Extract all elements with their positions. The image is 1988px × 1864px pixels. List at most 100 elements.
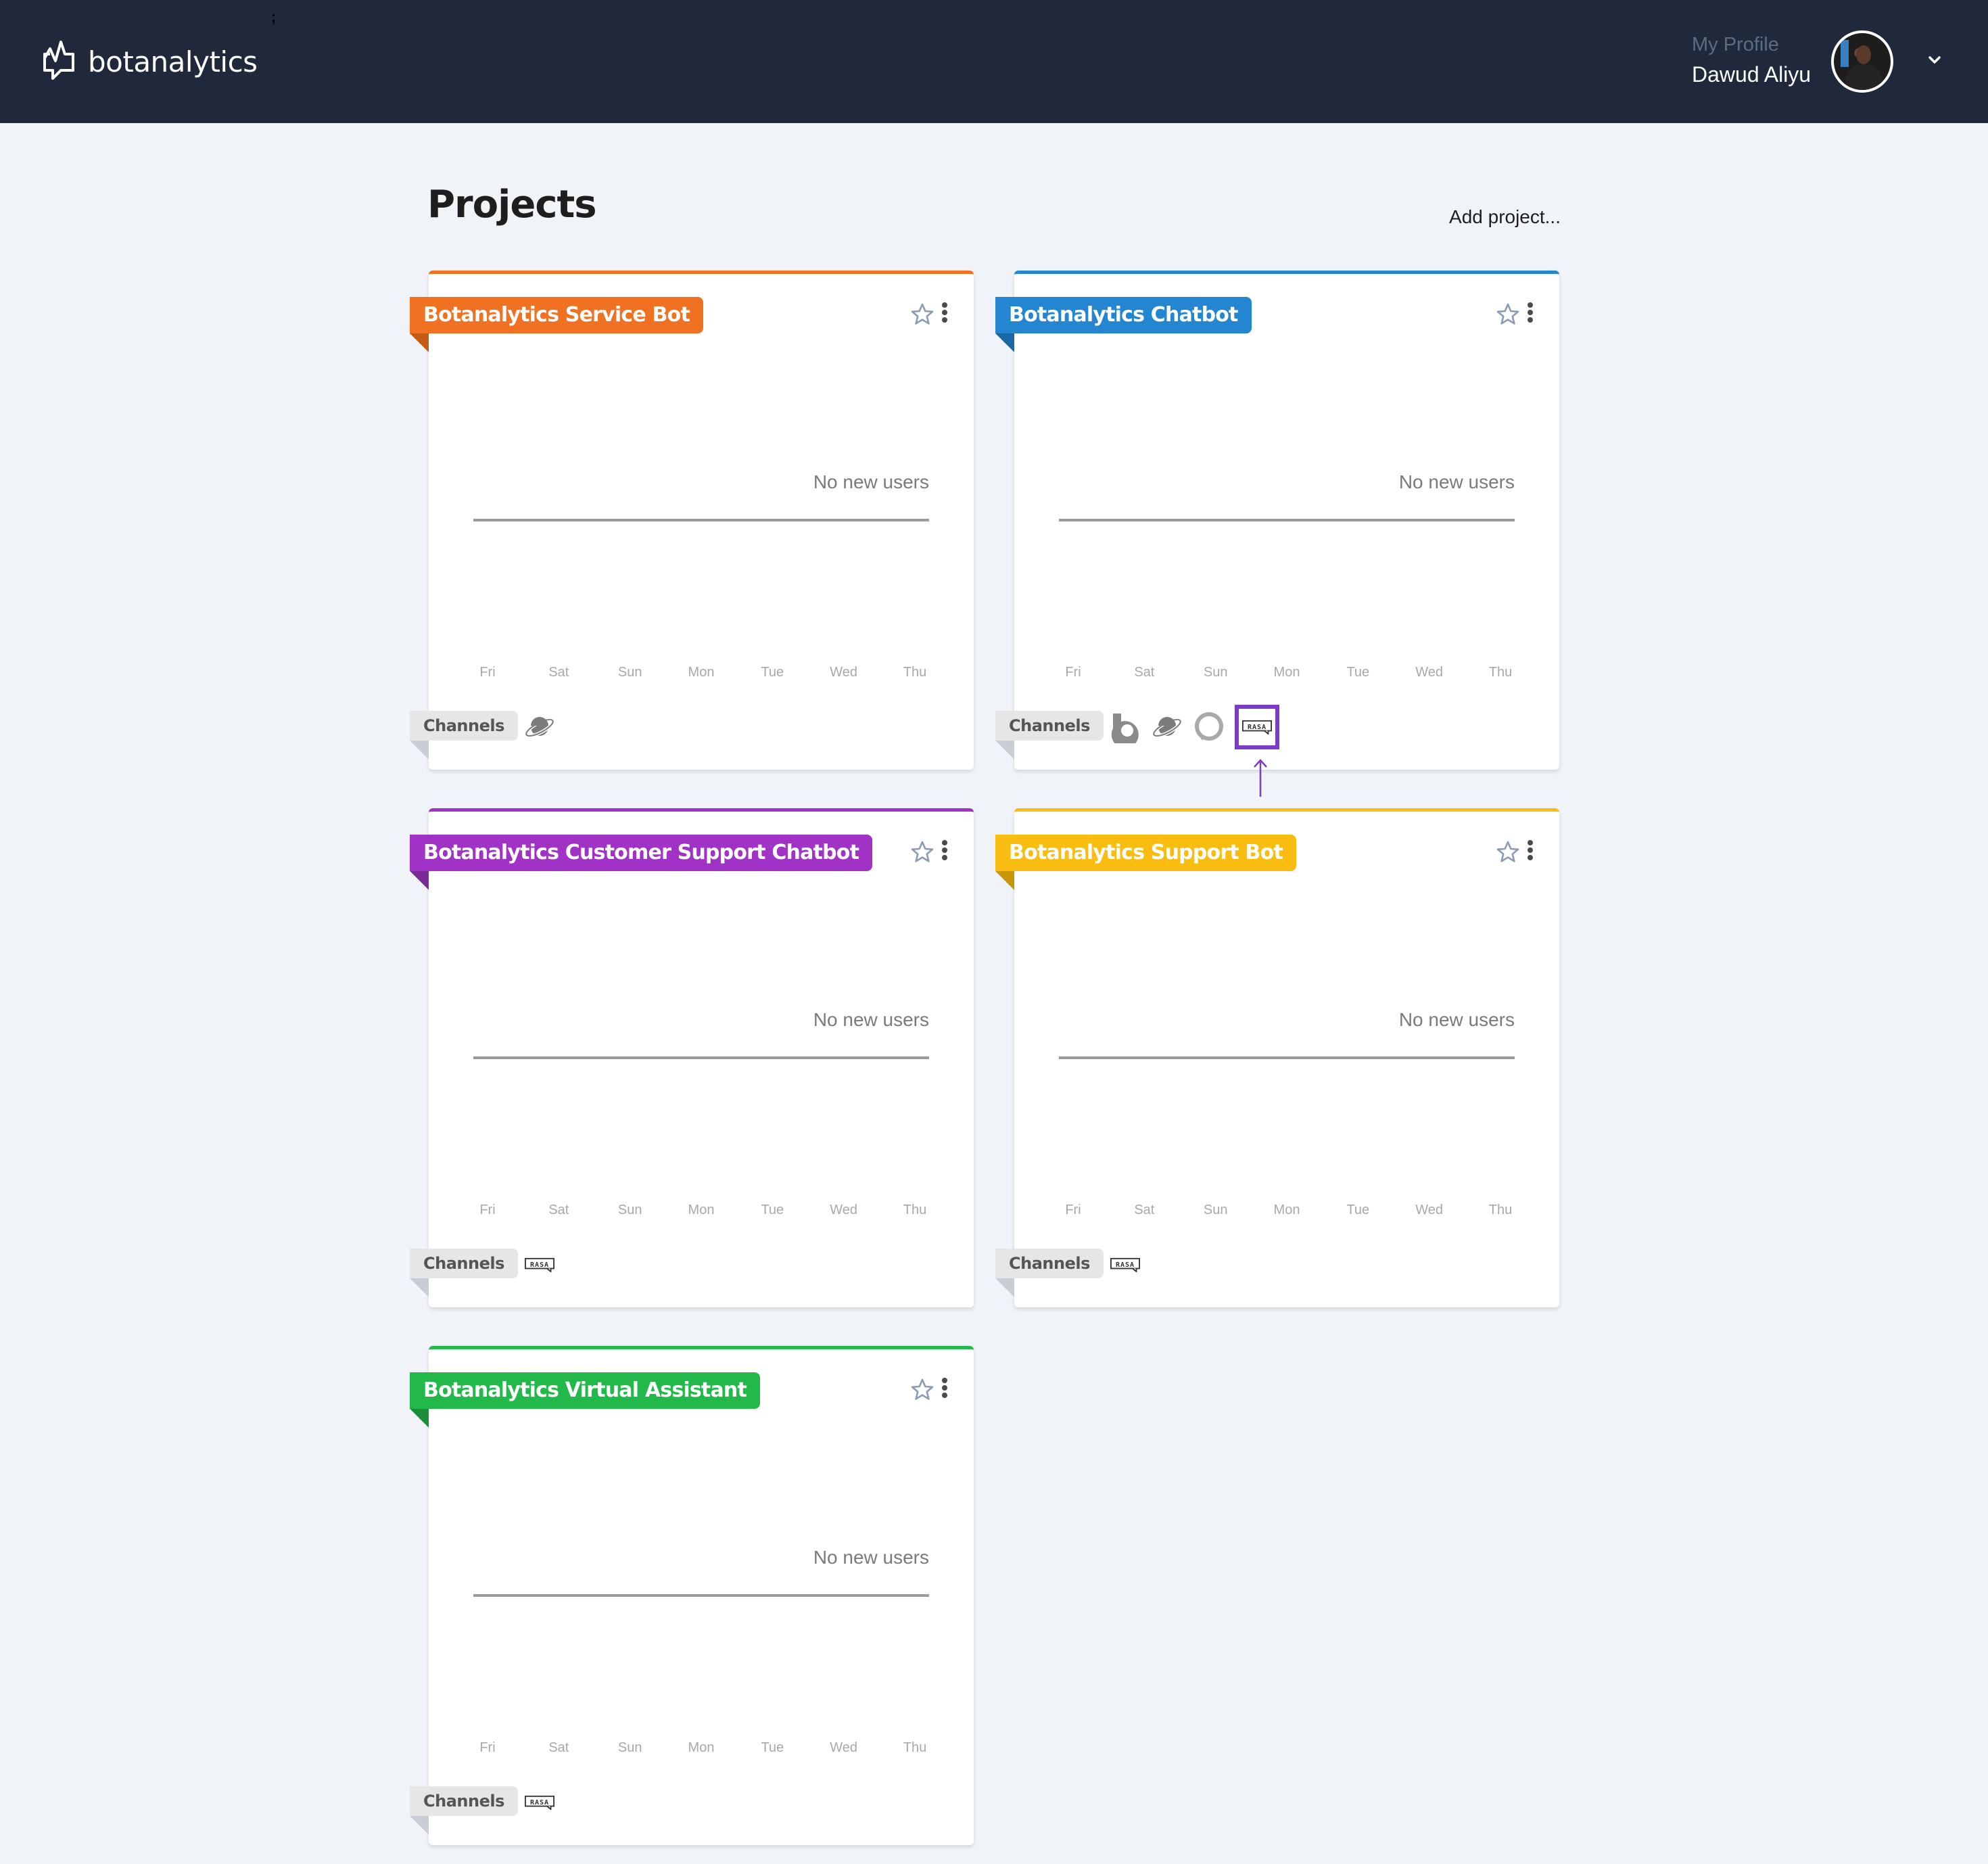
channels-label: Channels bbox=[995, 1249, 1104, 1278]
ribbon-fold bbox=[410, 333, 429, 352]
day-label: Sun bbox=[617, 1203, 642, 1217]
ribbon-fold bbox=[410, 871, 429, 890]
avatar-background bbox=[1841, 40, 1849, 67]
stray-character: ; bbox=[271, 8, 277, 25]
project-name-ribbon[interactable]: Botanalytics Support Bot bbox=[995, 835, 1296, 871]
channel-icons bbox=[523, 712, 556, 742]
chart-x-axis: Fri Sat Sun Mon Tue Wed Thu bbox=[457, 665, 945, 680]
annotation-arrow-icon bbox=[1254, 759, 1267, 797]
day-label: Wed bbox=[830, 1740, 858, 1755]
day-label: Mon bbox=[688, 665, 715, 680]
empty-state-text: No new users bbox=[1398, 471, 1515, 492]
channel-icons: RASA bbox=[1109, 1250, 1141, 1280]
day-label: Tue bbox=[761, 1740, 784, 1755]
day-label: Sat bbox=[548, 1203, 569, 1217]
channels-tag-fold bbox=[410, 1278, 429, 1297]
planet-icon[interactable] bbox=[1151, 711, 1183, 743]
favorite-star-icon[interactable] bbox=[910, 1378, 934, 1402]
svg-text:RASA: RASA bbox=[530, 1799, 549, 1807]
chart-baseline bbox=[473, 1056, 929, 1059]
day-label: Wed bbox=[830, 665, 858, 680]
chevron-down-icon[interactable] bbox=[1927, 53, 1942, 68]
rasa-icon[interactable]: RASA bbox=[1241, 711, 1273, 743]
more-options-icon[interactable] bbox=[941, 1378, 948, 1398]
empty-state-text: No new users bbox=[813, 471, 929, 492]
more-options-icon[interactable] bbox=[1527, 302, 1534, 323]
add-project-link[interactable]: Add project... bbox=[1449, 206, 1561, 228]
day-label: Wed bbox=[1415, 1203, 1444, 1217]
project-name-ribbon[interactable]: Botanalytics Virtual Assistant bbox=[410, 1372, 761, 1409]
day-label: Tue bbox=[761, 665, 784, 680]
highlighted-channel[interactable]: RASA bbox=[1235, 705, 1279, 749]
more-options-icon[interactable] bbox=[941, 302, 948, 323]
rasa-icon[interactable]: RASA bbox=[523, 1249, 556, 1281]
day-label: Fri bbox=[479, 1740, 496, 1755]
more-options-icon[interactable] bbox=[941, 840, 948, 860]
top-nav-bar: botanalytics ; My Profile Dawud Aliyu bbox=[0, 0, 1988, 123]
favorite-star-icon[interactable] bbox=[910, 302, 934, 327]
rasa-icon[interactable]: RASA bbox=[1109, 1249, 1141, 1281]
favorite-star-icon[interactable] bbox=[1496, 840, 1520, 864]
channels-tag-fold bbox=[995, 741, 1014, 760]
brand-logo[interactable]: botanalytics bbox=[41, 39, 258, 84]
day-label: Sun bbox=[617, 665, 642, 680]
project-name-ribbon[interactable]: Botanalytics Customer Support Chatbot bbox=[410, 835, 873, 871]
chart-x-axis: Fri Sat Sun Mon Tue Wed Thu bbox=[1043, 665, 1531, 680]
chart-baseline bbox=[473, 1594, 929, 1597]
day-label: Mon bbox=[1273, 1203, 1300, 1217]
day-label: Sun bbox=[1203, 665, 1228, 680]
project-card[interactable]: Botanalytics Support Bot No new users Fr… bbox=[995, 808, 1559, 1307]
profile-label[interactable]: My Profile bbox=[1692, 34, 1779, 56]
day-label: Fri bbox=[479, 665, 496, 680]
favorite-star-icon[interactable] bbox=[1496, 302, 1520, 327]
day-label: Thu bbox=[903, 1740, 927, 1755]
channels-tag-fold bbox=[410, 741, 429, 760]
chart-baseline bbox=[1059, 519, 1515, 521]
day-label: Sun bbox=[617, 1740, 642, 1755]
day-label: Wed bbox=[830, 1203, 858, 1217]
avatar-body bbox=[1846, 64, 1883, 90]
day-label: Fri bbox=[1065, 1203, 1081, 1217]
channels-label: Channels bbox=[410, 711, 518, 741]
day-label: Mon bbox=[688, 1203, 715, 1217]
svg-text:RASA: RASA bbox=[530, 1261, 549, 1269]
profile-name[interactable]: Dawud Aliyu bbox=[1692, 62, 1811, 87]
more-options-icon[interactable] bbox=[1527, 840, 1534, 860]
day-label: Mon bbox=[1273, 665, 1300, 680]
project-name-ribbon[interactable]: Botanalytics Service Bot bbox=[410, 297, 703, 333]
day-label: Sat bbox=[548, 665, 569, 680]
day-label: Sat bbox=[548, 1740, 569, 1755]
channels-label: Channels bbox=[410, 1786, 518, 1816]
chart-x-axis: Fri Sat Sun Mon Tue Wed Thu bbox=[457, 1740, 945, 1756]
bixby-icon[interactable] bbox=[1109, 711, 1141, 743]
ribbon-fold bbox=[410, 1409, 429, 1428]
day-label: Thu bbox=[1488, 1203, 1513, 1217]
brand-name: botanalytics bbox=[88, 45, 258, 78]
day-label: Mon bbox=[688, 1740, 715, 1755]
svg-text:RASA: RASA bbox=[1248, 724, 1267, 731]
day-label: Thu bbox=[903, 665, 927, 680]
avatar-head bbox=[1856, 45, 1871, 64]
day-label: Thu bbox=[1488, 665, 1513, 680]
rasa-icon[interactable]: RASA bbox=[523, 1786, 556, 1819]
alexa-icon[interactable] bbox=[1193, 711, 1225, 743]
project-name-ribbon[interactable]: Botanalytics Chatbot bbox=[995, 297, 1252, 333]
day-label: Fri bbox=[479, 1203, 496, 1217]
empty-state-text: No new users bbox=[1398, 1009, 1515, 1030]
project-card[interactable]: Botanalytics Chatbot No new users Fri Sat… bbox=[995, 271, 1559, 770]
favorite-star-icon[interactable] bbox=[910, 840, 934, 864]
day-label: Sat bbox=[1134, 665, 1155, 680]
project-card[interactable]: Botanalytics Customer Support Chatbot No… bbox=[410, 808, 974, 1307]
day-label: Tue bbox=[761, 1203, 784, 1217]
page-title: Projects bbox=[427, 183, 597, 227]
day-label: Wed bbox=[1415, 665, 1444, 680]
channels-tag-fold bbox=[410, 1816, 429, 1835]
project-card[interactable]: Botanalytics Service Bot No new users Fr… bbox=[410, 271, 974, 770]
day-label: Tue bbox=[1346, 1203, 1370, 1217]
day-label: Fri bbox=[1065, 665, 1081, 680]
chart-baseline bbox=[1059, 1056, 1515, 1059]
project-card[interactable]: Botanalytics Virtual Assistant No new us… bbox=[410, 1346, 974, 1845]
user-avatar[interactable] bbox=[1831, 30, 1893, 93]
channel-icons: RASA bbox=[1109, 705, 1279, 749]
planet-icon[interactable] bbox=[523, 711, 556, 743]
